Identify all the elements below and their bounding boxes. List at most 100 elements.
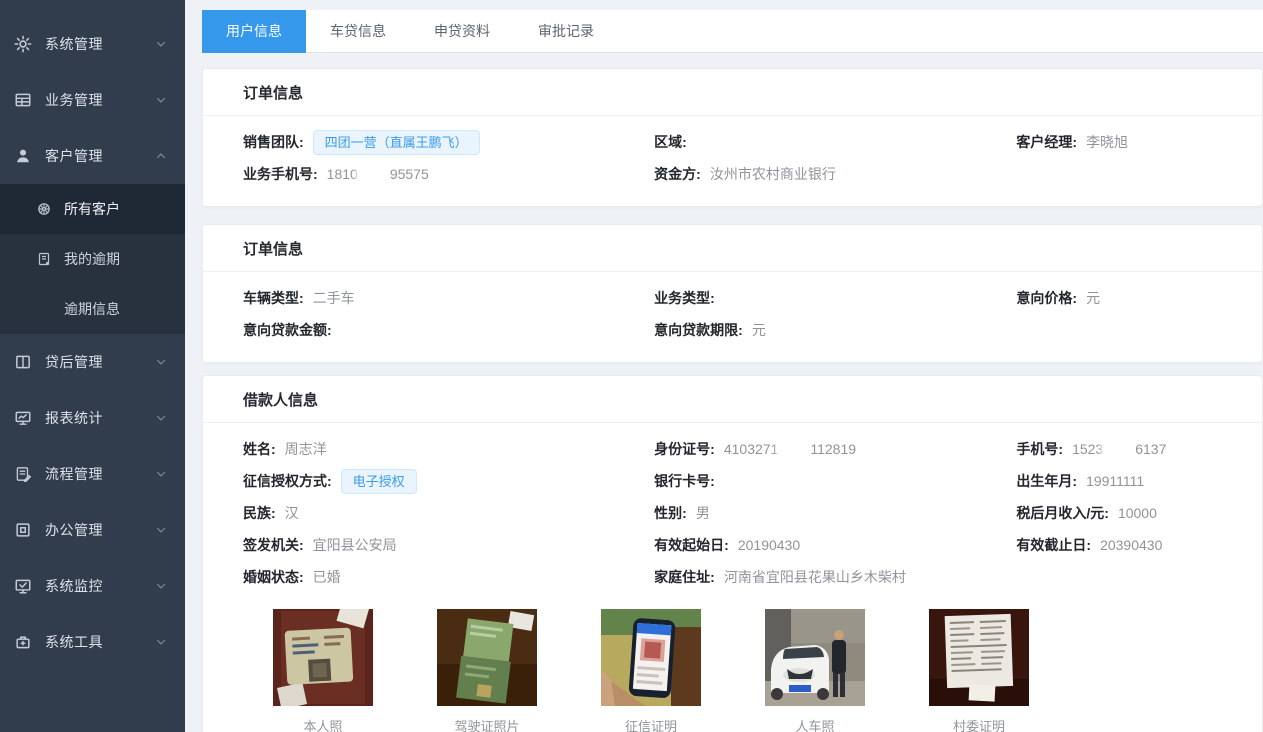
tab-approval-records[interactable]: 审批记录 [514,10,618,53]
field-bank-card: 银行卡号: [654,465,1016,497]
field-value: 汝州市农村商业银行 [710,164,836,184]
detail-tabs: 用户信息 车贷信息 申贷资料 审批记录 [202,10,1263,53]
sidebar-item-report-statistics[interactable]: 报表统计 [0,390,185,446]
customer-management-submenu: 所有客户 我的逾期 逾期信息 [0,184,185,334]
field-label: 有效截止日: [1016,535,1091,555]
sidebar-item-all-customers[interactable]: 所有客户 [0,184,185,234]
app-window: 系统管理 业务管理 客户管理 [0,0,1263,732]
main-content: 用户信息 车贷信息 申贷资料 审批记录 订单信息 销售团队: 四团一营（直属王鹏… [185,0,1263,732]
field-value: 19911111 [1086,473,1144,489]
car-person-photo-thumbnail[interactable]: 人车照 [765,609,865,732]
sidebar-item-process-management[interactable]: 流程管理 [0,446,185,502]
chevron-down-icon [155,636,167,648]
field-value: 元 [1086,288,1100,308]
sidebar-item-label: 系统工具 [45,632,103,652]
sidebar-item-label: 系统监控 [45,576,103,596]
field-business-type: 业务类型: [654,282,1016,314]
field-value: 20190430 [738,537,800,553]
chevron-down-icon [155,524,167,536]
sidebar-item-office-management[interactable]: 办公管理 [0,502,185,558]
credit-auth-tag[interactable]: 电子授权 [341,469,417,494]
borrower-info-card: 借款人信息 姓名: 周志洋 身份证号: 4103271112819 手机号: 1… [202,375,1263,732]
censor-block [359,166,389,181]
id-card-photo-thumbnail[interactable]: 本人照 [273,609,373,732]
toolbox-icon [14,633,32,651]
sidebar-item-system-management[interactable]: 系统管理 [0,16,185,72]
field-value: 已婚 [313,567,341,587]
field-value: 20390430 [1100,537,1162,553]
field-label: 身份证号: [654,439,715,459]
tab-car-loan-info[interactable]: 车贷信息 [306,10,410,53]
tab-loan-application-docs[interactable]: 申贷资料 [410,10,514,53]
field-label: 区域: [654,132,687,152]
field-label: 意向贷款期限: [654,320,743,340]
field-sales-team: 销售团队: 四团一营（直属王鹏飞） [243,126,654,158]
loan-intent-card: 订单信息 车辆类型: 二手车 业务类型: 意向价格: 元 [202,224,1263,363]
sidebar-item-system-monitor[interactable]: 系统监控 [0,558,185,614]
chevron-down-icon [155,468,167,480]
field-intent-loan-term: 意向贷款期限: 元 [654,314,1016,346]
photo-caption: 村委证明 [929,716,1029,732]
field-value: 二手车 [313,288,355,308]
field-label: 资金方: [654,164,701,184]
sidebar-item-label: 业务管理 [45,90,103,110]
sidebar-item-business-management[interactable]: 业务管理 [0,72,185,128]
field-value: 181095575 [327,166,429,182]
field-label: 性别: [654,503,687,523]
handwritten-doc-photo-thumbnail[interactable]: 村委证明 [929,609,1029,732]
field-value: 周志洋 [285,439,327,459]
field-issuing-authority: 签发机关: 宜阳县公安局 [243,529,654,561]
sidebar-item-my-overdue[interactable]: 我的逾期 [0,234,185,284]
phone-qr-photo [601,609,701,706]
borrower-photo-list: 本人照 [273,609,1222,732]
field-value: 男 [696,503,710,523]
censor-block [1104,441,1134,456]
photo-caption: 驾驶证照片 [437,716,537,732]
sidebar-item-label: 报表统计 [45,408,103,428]
field-label: 民族: [243,503,276,523]
field-intent-price: 意向价格: 元 [1016,282,1222,314]
field-name: 姓名: 周志洋 [243,433,654,465]
field-valid-to: 有效截止日: 20390430 [1016,529,1222,561]
field-gender: 性别: 男 [654,497,1016,529]
field-funder: 资金方: 汝州市农村商业银行 [654,158,1016,190]
field-label: 业务手机号: [243,164,318,184]
field-value: 汉 [285,503,299,523]
photo-caption: 征信证明 [601,716,701,732]
field-value: 李晓旭 [1086,132,1128,152]
chevron-down-icon [155,356,167,368]
sidebar-item-system-tools[interactable]: 系统工具 [0,614,185,670]
field-value: 4103271112819 [724,441,856,457]
sidebar-item-overdue-info[interactable]: 逾期信息 [0,284,185,334]
field-spacer [1016,314,1222,346]
sidebar-item-postloan-management[interactable]: 贷后管理 [0,334,185,390]
field-label: 意向贷款金额: [243,320,332,340]
driver-license-photo-thumbnail[interactable]: 驾驶证照片 [437,609,537,732]
field-birth-date: 出生年月: 19911111 [1016,465,1222,497]
field-value: 15236137 [1072,441,1166,457]
tab-user-info[interactable]: 用户信息 [202,10,306,53]
order-info-card: 订单信息 销售团队: 四团一营（直属王鹏飞） 区域: 客户经理: 李晓旭 [202,68,1263,207]
office-icon [14,521,32,539]
field-marital-status: 婚姻状态: 已婚 [243,561,654,593]
chevron-up-icon [155,150,167,162]
field-label: 业务类型: [654,288,715,308]
field-ethnicity: 民族: 汉 [243,497,654,529]
field-business-phone: 业务手机号: 181095575 [243,158,654,190]
field-label: 车辆类型: [243,288,304,308]
card-title: 订单信息 [203,69,1262,116]
field-label: 征信授权方式: [243,471,332,491]
sidebar-item-label: 逾期信息 [64,299,120,319]
field-spacer [1016,561,1222,593]
field-label: 签发机关: [243,535,304,555]
sales-team-tag[interactable]: 四团一营（直属王鹏飞） [313,130,480,155]
phone-qr-photo-thumbnail[interactable]: 征信证明 [601,609,701,732]
photo-caption: 本人照 [273,716,373,732]
sidebar-item-label: 所有客户 [64,199,120,219]
sidebar-item-label: 客户管理 [45,146,103,166]
field-value: 10000 [1118,505,1157,521]
driver-license-photo [437,609,537,706]
field-label: 税后月收入/元: [1016,503,1109,523]
sidebar-item-customer-management[interactable]: 客户管理 [0,128,185,184]
field-home-address: 家庭住址: 河南省宜阳县花果山乡木柴村 [654,561,1016,593]
